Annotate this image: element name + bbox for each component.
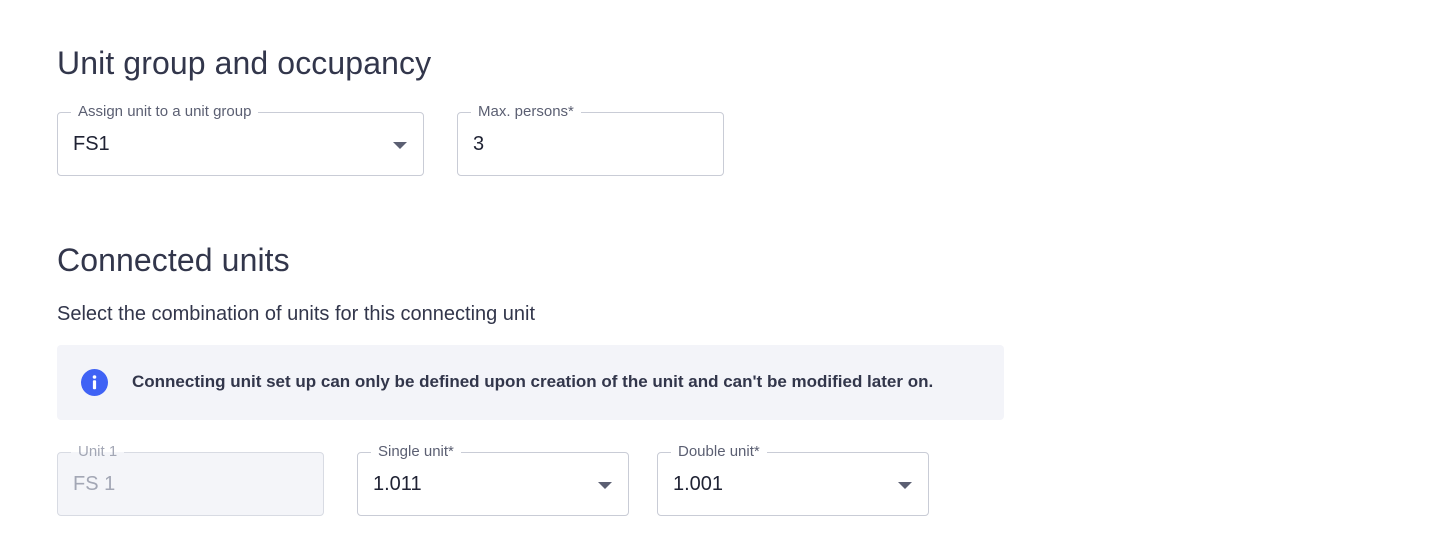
max-persons-label: Max. persons* bbox=[471, 102, 581, 122]
double-unit-select[interactable]: Double unit* 1.001 bbox=[657, 442, 929, 516]
max-persons-value[interactable]: 3 bbox=[473, 132, 484, 156]
unit-1-value: FS 1 bbox=[73, 473, 116, 495]
section-title-unit-group-occupancy: Unit group and occupancy bbox=[57, 45, 432, 81]
chevron-down-icon[interactable] bbox=[898, 482, 912, 489]
unit-1-label: Unit 1 bbox=[71, 442, 125, 462]
unit-group-label: Assign unit to a unit group bbox=[71, 102, 259, 122]
section-title-connected-units: Connected units bbox=[57, 242, 290, 278]
max-persons-input[interactable]: Max. persons* 3 bbox=[457, 102, 724, 176]
page: Unit group and occupancy Assign unit to … bbox=[0, 0, 1436, 542]
unit-group-value: FS1 bbox=[73, 133, 110, 155]
single-unit-value: 1.011 bbox=[373, 473, 422, 495]
double-unit-label: Double unit* bbox=[671, 442, 767, 462]
info-icon bbox=[81, 369, 108, 396]
info-banner-text: Connecting unit set up can only be defin… bbox=[132, 372, 934, 391]
connected-units-description: Select the combination of units for this… bbox=[57, 303, 536, 325]
unit-group-select[interactable]: Assign unit to a unit group FS1 bbox=[57, 102, 424, 176]
info-banner: Connecting unit set up can only be defin… bbox=[57, 345, 1004, 420]
chevron-down-icon[interactable] bbox=[598, 482, 612, 489]
double-unit-value: 1.001 bbox=[673, 473, 724, 495]
chevron-down-icon[interactable] bbox=[393, 142, 407, 149]
single-unit-select[interactable]: Single unit* 1.011 bbox=[357, 442, 629, 516]
single-unit-label: Single unit* bbox=[371, 442, 461, 462]
unit-1-field: Unit 1 FS 1 bbox=[57, 442, 324, 516]
